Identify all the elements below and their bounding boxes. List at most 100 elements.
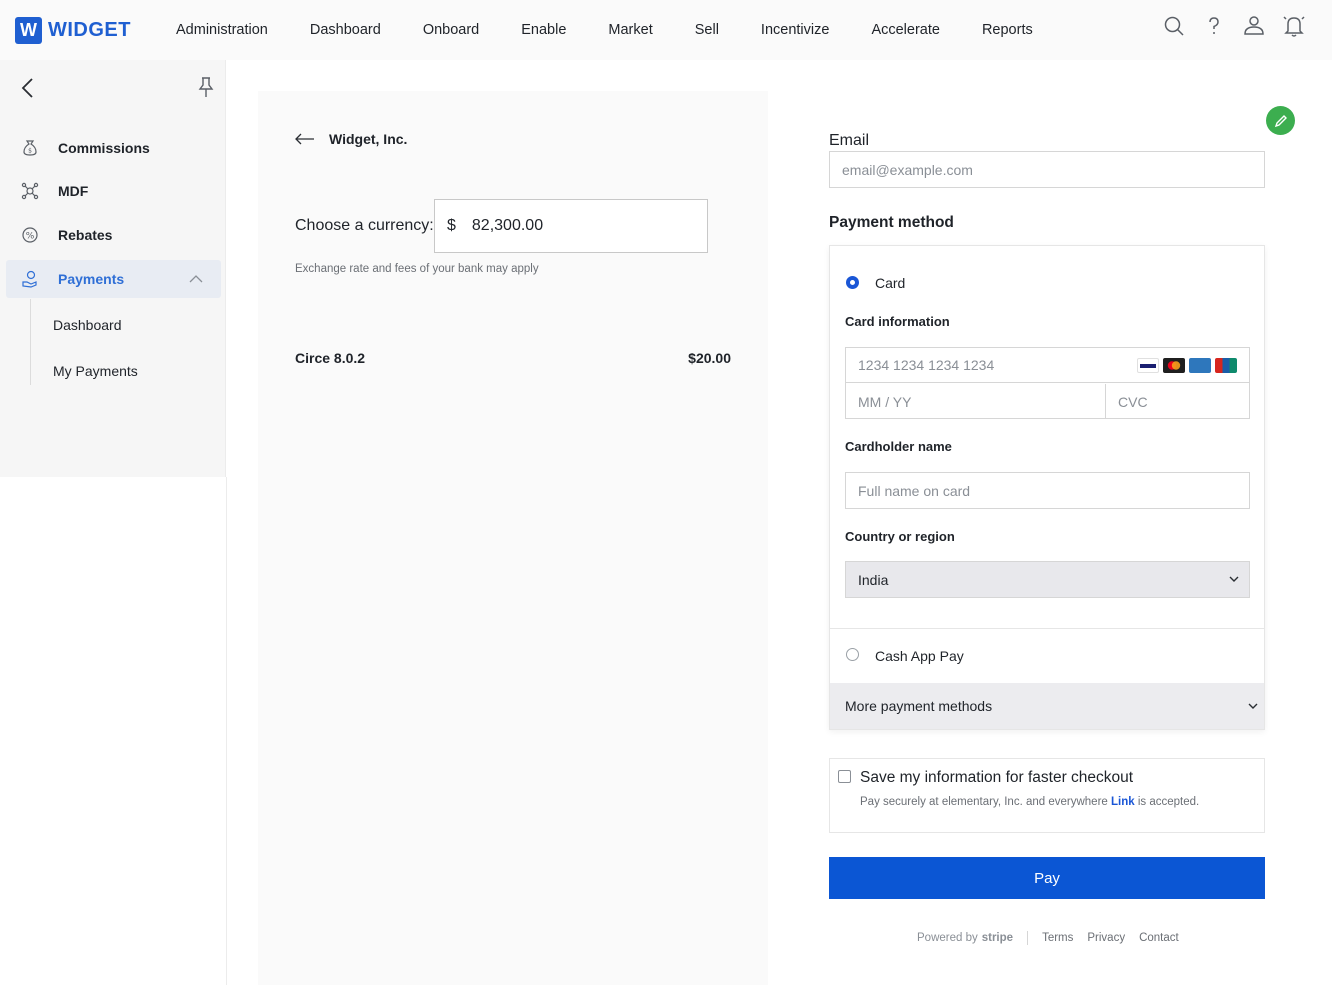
expiry-input[interactable]: MM / YY bbox=[846, 384, 1106, 419]
sidebar-item-label: Payments bbox=[58, 271, 125, 287]
nav-item-enable[interactable]: Enable bbox=[521, 22, 566, 38]
save-info-title: Save my information for faster checkout bbox=[860, 769, 1134, 786]
brand-logo: W bbox=[15, 16, 42, 44]
amount-value: 82,300.00 bbox=[471, 217, 544, 234]
sidebar-subitem-my-payments[interactable]: My Payments bbox=[53, 363, 138, 379]
pin-icon[interactable] bbox=[196, 75, 216, 99]
card-number-input[interactable]: 1234 1234 1234 1234 bbox=[846, 348, 1249, 383]
cvc-input[interactable]: CVC bbox=[1106, 384, 1249, 419]
cardholder-name-input[interactable]: Full name on card bbox=[845, 472, 1250, 509]
merchant-name: Widget, Inc. bbox=[329, 131, 408, 147]
nav-item-market[interactable]: Market bbox=[608, 22, 652, 38]
sidebar-item-label: Commissions bbox=[58, 140, 150, 156]
chevron-left-icon[interactable] bbox=[18, 76, 38, 100]
svg-text:%: % bbox=[26, 232, 35, 242]
nav-item-incentivize[interactable]: Incentivize bbox=[761, 22, 830, 38]
amex-icon bbox=[1189, 358, 1211, 373]
help-icon[interactable] bbox=[1202, 14, 1226, 38]
nav-icons bbox=[1162, 14, 1306, 38]
save-sub-post: is accepted. bbox=[1134, 796, 1200, 808]
line-item: Circe 8.0.2 $20.00 bbox=[295, 350, 731, 366]
payment-hand-icon bbox=[20, 269, 40, 289]
nav-item-accelerate[interactable]: Accelerate bbox=[871, 22, 940, 38]
footer-divider bbox=[1027, 931, 1029, 945]
sidebar-item-mdf[interactable]: MDF bbox=[6, 172, 221, 210]
country-value: India bbox=[858, 571, 889, 588]
svg-text:$: $ bbox=[28, 148, 32, 155]
stripe-logo: stripe bbox=[981, 932, 1014, 944]
card-option-label: Card bbox=[875, 275, 906, 291]
currency-symbol: $ bbox=[447, 217, 456, 234]
chevron-up-icon[interactable] bbox=[189, 273, 203, 285]
payment-divider bbox=[830, 628, 1264, 629]
sidebar-header bbox=[0, 60, 225, 115]
footer: Powered by stripe Terms Privacy Contact bbox=[917, 931, 1179, 945]
more-payment-methods[interactable]: More payment methods bbox=[830, 683, 1264, 729]
cashapp-radio[interactable] bbox=[846, 648, 859, 661]
sidebar-item-label: Rebates bbox=[58, 227, 113, 243]
country-select[interactable]: India bbox=[845, 561, 1250, 598]
powered-by-label: Powered by bbox=[917, 932, 978, 944]
sidebar: $ Commissions MDF % Rebates Payments Das… bbox=[0, 60, 226, 477]
top-navigation: W WIDGET Administration Dashboard Onboar… bbox=[0, 0, 1332, 60]
payment-method-card: Card Card information 1234 1234 1234 123… bbox=[829, 245, 1265, 730]
email-label: Email bbox=[829, 132, 870, 149]
sidebar-border bbox=[226, 477, 227, 985]
nav-item-reports[interactable]: Reports bbox=[982, 22, 1033, 38]
nav-item-dashboard[interactable]: Dashboard bbox=[310, 22, 381, 38]
card-input-group: 1234 1234 1234 1234 MM / YY CVC bbox=[845, 347, 1250, 419]
bell-icon[interactable] bbox=[1282, 14, 1306, 38]
save-info-box: Save my information for faster checkout … bbox=[829, 758, 1265, 833]
currency-amount-input[interactable]: $ 82,300.00 bbox=[434, 199, 708, 253]
save-info-subtext: Pay securely at elementary, Inc. and eve… bbox=[860, 796, 1199, 808]
chevron-down-icon bbox=[1229, 576, 1239, 582]
card-radio[interactable] bbox=[846, 276, 859, 289]
sidebar-item-commissions[interactable]: $ Commissions bbox=[6, 129, 221, 167]
cashapp-option-label: Cash App Pay bbox=[875, 648, 964, 664]
unionpay-icon bbox=[1215, 358, 1237, 373]
pay-button[interactable]: Pay bbox=[829, 857, 1265, 899]
search-icon[interactable] bbox=[1162, 14, 1186, 38]
sidebar-item-label: MDF bbox=[58, 183, 89, 199]
edit-button[interactable] bbox=[1266, 106, 1295, 135]
pencil-icon bbox=[1274, 114, 1287, 127]
nav-menu: Administration Dashboard Onboard Enable … bbox=[176, 22, 1075, 38]
country-label: Country or region bbox=[845, 529, 955, 544]
nav-item-onboard[interactable]: Onboard bbox=[423, 22, 479, 38]
network-icon bbox=[20, 181, 40, 201]
brand[interactable]: W WIDGET bbox=[15, 16, 131, 44]
nav-item-administration[interactable]: Administration bbox=[176, 22, 268, 38]
line-item-name: Circe 8.0.2 bbox=[295, 350, 366, 366]
submenu-divider bbox=[30, 299, 31, 385]
line-item-price: $20.00 bbox=[688, 350, 731, 366]
mastercard-icon bbox=[1163, 358, 1185, 373]
sidebar-item-payments[interactable]: Payments bbox=[6, 260, 221, 298]
card-brands bbox=[1137, 358, 1237, 373]
footer-link-privacy[interactable]: Privacy bbox=[1087, 932, 1125, 944]
cardholder-label: Cardholder name bbox=[845, 439, 952, 454]
more-methods-label: More payment methods bbox=[845, 698, 993, 714]
card-info-label: Card information bbox=[845, 314, 950, 329]
user-icon[interactable] bbox=[1242, 14, 1266, 38]
sidebar-subitem-dashboard[interactable]: Dashboard bbox=[53, 317, 122, 333]
currency-label: Choose a currency: bbox=[295, 217, 434, 234]
card-number-placeholder: 1234 1234 1234 1234 bbox=[858, 357, 995, 373]
card-secondary-row: MM / YY CVC bbox=[846, 384, 1249, 419]
payment-method-title: Payment method bbox=[829, 214, 954, 231]
visa-icon bbox=[1137, 358, 1159, 373]
save-sub-pre: Pay securely at elementary, Inc. and eve… bbox=[860, 796, 1111, 808]
order-summary-panel: Widget, Inc. Choose a currency: $ 82,300… bbox=[258, 91, 768, 985]
money-bag-icon: $ bbox=[20, 138, 40, 158]
arrow-left-icon[interactable] bbox=[295, 132, 315, 146]
exchange-rate-note: Exchange rate and fees of your bank may … bbox=[295, 263, 539, 275]
footer-link-terms[interactable]: Terms bbox=[1042, 932, 1073, 944]
email-field[interactable]: email@example.com bbox=[829, 151, 1265, 188]
save-info-checkbox[interactable] bbox=[838, 770, 851, 783]
brand-name: WIDGET bbox=[48, 18, 131, 41]
nav-item-sell[interactable]: Sell bbox=[695, 22, 719, 38]
footer-link-contact[interactable]: Contact bbox=[1139, 932, 1179, 944]
sidebar-item-rebates[interactable]: % Rebates bbox=[6, 216, 221, 254]
back-row: Widget, Inc. bbox=[295, 131, 407, 147]
link-link[interactable]: Link bbox=[1111, 796, 1135, 808]
percent-icon: % bbox=[20, 225, 40, 245]
